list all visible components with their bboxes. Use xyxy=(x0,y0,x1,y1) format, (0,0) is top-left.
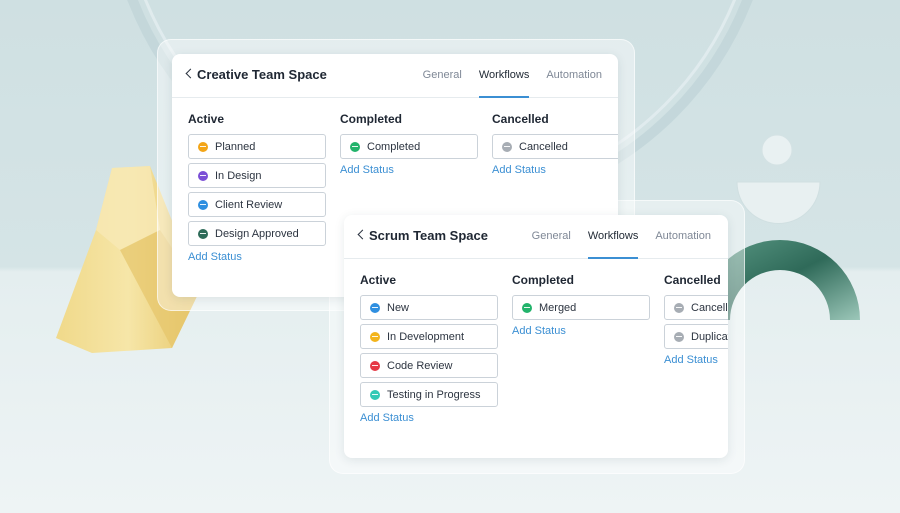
tab-automation[interactable]: Automation xyxy=(546,54,602,98)
column-cancelled: Cancelled Cancelled Add Status xyxy=(492,112,618,176)
status-label: New xyxy=(387,301,410,314)
status-label: Cancelled xyxy=(519,140,568,153)
status-label: Merged xyxy=(539,301,577,314)
status-merged[interactable]: Merged xyxy=(512,295,650,320)
status-label: Cancelled xyxy=(691,301,728,314)
status-completed[interactable]: Completed xyxy=(340,134,478,159)
status-code-review[interactable]: Code Review xyxy=(360,353,498,378)
tab-bar: General Workflows Automation xyxy=(406,54,602,98)
column-title: Active xyxy=(188,112,225,126)
status-dot-icon xyxy=(370,302,380,313)
column-title: Completed xyxy=(512,273,575,287)
status-dot-icon xyxy=(522,302,532,313)
status-dot-icon xyxy=(350,141,360,152)
add-status-link[interactable]: Add Status xyxy=(340,164,478,176)
status-client-review[interactable]: Client Review xyxy=(188,192,326,217)
status-dot-icon xyxy=(198,170,208,181)
status-label: Planned xyxy=(215,140,256,153)
tab-automation[interactable]: Automation xyxy=(655,215,711,259)
column-title: Active xyxy=(360,273,397,287)
status-design-approved[interactable]: Design Approved xyxy=(188,221,326,246)
half-bowl xyxy=(736,181,821,224)
tab-workflows[interactable]: Workflows xyxy=(587,215,639,259)
status-dot-icon xyxy=(370,360,380,371)
status-dot-icon xyxy=(370,389,380,400)
column-completed: Completed Completed Add Status xyxy=(340,112,478,176)
status-duplicate[interactable]: Duplicate xyxy=(664,324,728,349)
chevron-left-icon[interactable] xyxy=(185,68,196,79)
tab-general[interactable]: General xyxy=(423,54,462,98)
card-header: Scrum Team Space General Workflows Autom… xyxy=(344,215,728,259)
page-title: Creative Team Space xyxy=(197,67,327,82)
status-testing-in-progress[interactable]: Testing in Progress xyxy=(360,382,498,407)
status-in-development[interactable]: In Development xyxy=(360,324,498,349)
column-cancelled: Cancelled Cancelled Duplicate Add Status xyxy=(664,273,728,366)
add-status-link[interactable]: Add Status xyxy=(664,354,728,366)
status-dot-icon xyxy=(198,228,208,239)
status-label: Code Review xyxy=(387,359,453,372)
column-completed: Completed Merged Add Status xyxy=(512,273,650,337)
status-label: Design Approved xyxy=(215,227,299,240)
column-active: Active New In Development Code Review Te… xyxy=(360,273,498,424)
page-title: Scrum Team Space xyxy=(369,228,488,243)
tab-bar: General Workflows Automation xyxy=(515,215,711,259)
status-cancelled[interactable]: Cancelled xyxy=(492,134,618,159)
status-label: Completed xyxy=(367,140,421,153)
status-dot-icon xyxy=(502,141,512,152)
status-dot-icon xyxy=(370,331,380,342)
tab-workflows[interactable]: Workflows xyxy=(478,54,530,98)
status-dot-icon xyxy=(674,302,684,313)
status-label: In Design xyxy=(215,169,262,182)
status-dot-icon xyxy=(198,199,208,210)
status-new[interactable]: New xyxy=(360,295,498,320)
add-status-link[interactable]: Add Status xyxy=(188,251,326,263)
scrum-team-card: Scrum Team Space General Workflows Autom… xyxy=(344,215,728,458)
status-label: Testing in Progress xyxy=(387,388,481,401)
add-status-link[interactable]: Add Status xyxy=(360,412,498,424)
column-title: Completed xyxy=(340,112,403,126)
add-status-link[interactable]: Add Status xyxy=(492,164,618,176)
status-cancelled[interactable]: Cancelled xyxy=(664,295,728,320)
status-in-design[interactable]: In Design xyxy=(188,163,326,188)
status-label: Client Review xyxy=(215,198,283,211)
status-dot-icon xyxy=(198,141,208,152)
card-header: Creative Team Space General Workflows Au… xyxy=(172,54,618,98)
column-title: Cancelled xyxy=(492,112,549,126)
sphere xyxy=(761,134,793,166)
chevron-left-icon[interactable] xyxy=(357,229,368,240)
add-status-link[interactable]: Add Status xyxy=(512,325,650,337)
status-label: In Development xyxy=(387,330,465,343)
tab-general[interactable]: General xyxy=(532,215,571,259)
column-active: Active Planned In Design Client Review D… xyxy=(188,112,326,263)
status-planned[interactable]: Planned xyxy=(188,134,326,159)
status-label: Duplicate xyxy=(691,330,728,343)
column-title: Cancelled xyxy=(664,273,721,287)
status-dot-icon xyxy=(674,331,684,342)
